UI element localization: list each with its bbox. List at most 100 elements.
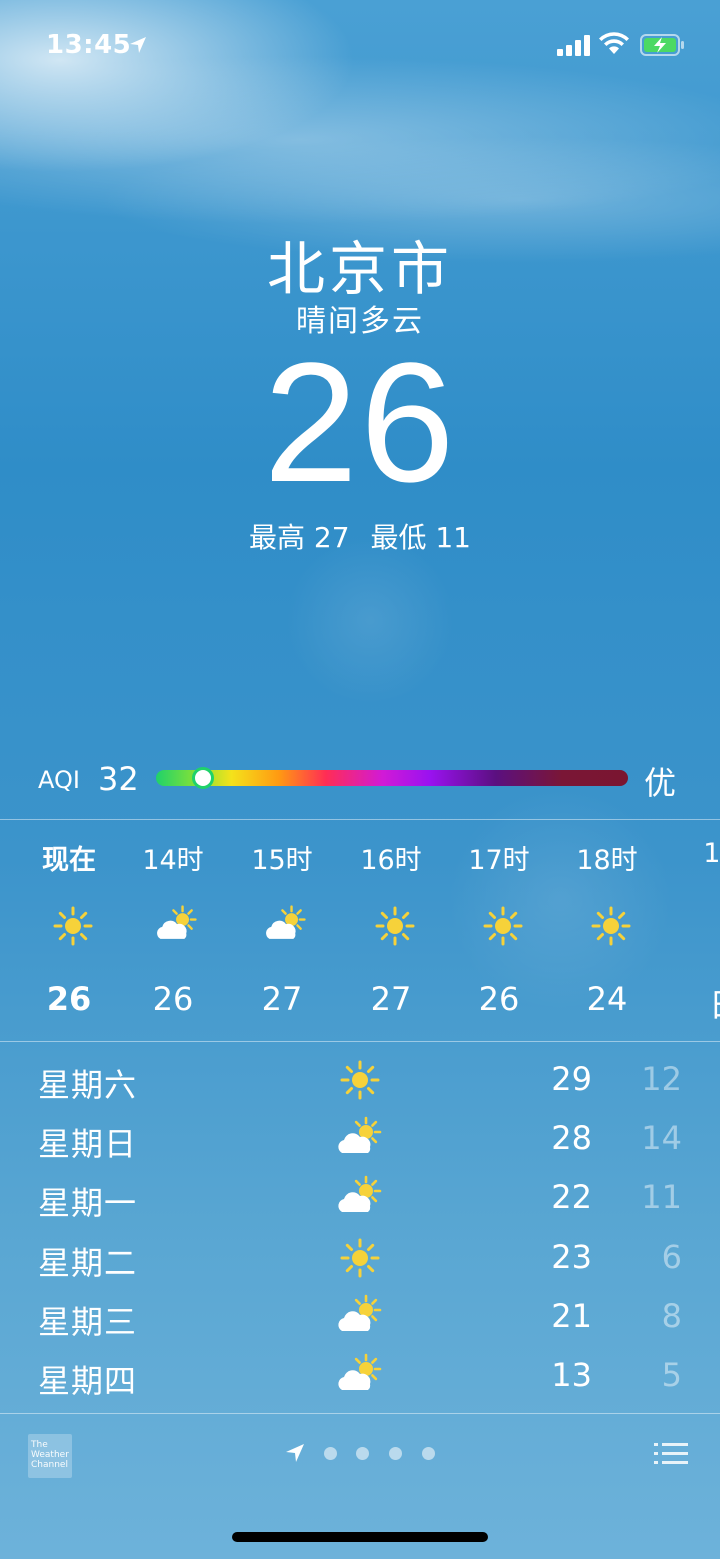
day-low: 8 xyxy=(661,1296,682,1335)
daily-row: 星期日 28 14 xyxy=(0,1109,720,1167)
divider xyxy=(0,1041,720,1042)
hour-label: 18时 xyxy=(576,845,638,876)
low-temperature: 最低 11 xyxy=(370,521,471,554)
hourly-forecast[interactable]: 现在2614时 2615时 2716时2717时2618时2418: 日 xyxy=(0,820,720,1040)
logo-text-line: The xyxy=(31,1440,48,1450)
location-arrow-icon xyxy=(286,1444,304,1462)
hour-label: 16时 xyxy=(360,845,422,876)
day-name: 星期六 xyxy=(38,1066,138,1104)
sunset-icon xyxy=(705,902,720,950)
partly-cloudy-icon xyxy=(338,1116,382,1154)
day-low: 11 xyxy=(641,1178,682,1217)
sun-icon xyxy=(340,1060,380,1100)
sun-icon xyxy=(483,906,523,946)
hourly-item: 18时 24 xyxy=(552,820,662,1040)
day-icon xyxy=(334,1234,386,1282)
day-low: 5 xyxy=(661,1356,682,1394)
daily-row: 星期二 23 6 xyxy=(0,1228,720,1286)
list-icon[interactable] xyxy=(654,1440,688,1468)
hour-icon xyxy=(262,902,310,950)
hourly-item: 14时 26 xyxy=(118,820,228,1040)
high-temperature: 最高 27 xyxy=(249,521,350,554)
page-dot[interactable] xyxy=(389,1447,402,1460)
hour-icon xyxy=(49,902,97,950)
hour-icon xyxy=(153,902,201,950)
weather-channel-logo[interactable]: The Weather Channel xyxy=(28,1434,72,1478)
day-icon xyxy=(334,1174,386,1222)
day-high: 22 xyxy=(551,1178,592,1217)
day-high: 13 xyxy=(551,1356,592,1394)
hour-temperature: 27 xyxy=(261,980,303,1018)
hour-label: 现在 xyxy=(42,845,96,876)
day-name: 星期四 xyxy=(38,1362,138,1400)
day-high: 28 xyxy=(551,1119,592,1158)
daily-row: 星期六 29 12 xyxy=(0,1050,720,1108)
location-arrow-icon xyxy=(130,37,146,53)
hour-temperature: 26 xyxy=(46,980,92,1018)
bottom-bar: The Weather Channel xyxy=(0,1414,720,1559)
status-bar: 13:45 xyxy=(0,0,720,90)
aqi-value: 32 xyxy=(98,760,139,798)
day-name: 星期三 xyxy=(38,1302,138,1341)
status-time: 13:45 xyxy=(46,30,132,60)
partly-cloudy-icon xyxy=(338,1294,382,1331)
day-icon xyxy=(334,1115,386,1163)
partly-cloudy-icon xyxy=(338,1353,382,1390)
hourly-item: 现在 26 xyxy=(14,820,124,1040)
partly-cloudy-icon xyxy=(266,905,306,939)
sun-icon xyxy=(375,906,415,946)
hour-temperature: 26 xyxy=(152,980,194,1018)
home-indicator[interactable] xyxy=(232,1532,488,1542)
day-high: 29 xyxy=(551,1060,592,1098)
hourly-item: 16时 27 xyxy=(336,820,446,1040)
day-icon xyxy=(334,1352,386,1400)
page-dot[interactable] xyxy=(324,1447,337,1460)
wifi-icon xyxy=(599,32,629,54)
aqi-label: AQI xyxy=(38,766,80,794)
hour-label: 14时 xyxy=(142,845,204,876)
hour-icon xyxy=(587,902,635,950)
sun-icon xyxy=(340,1238,380,1278)
city-name: 北京市 xyxy=(266,235,453,303)
hour-temperature: 日 xyxy=(670,980,720,1026)
logo-text-line: Weather xyxy=(31,1450,69,1460)
hourly-item: 18: 日 xyxy=(670,820,720,1040)
sun-icon xyxy=(591,906,631,946)
hour-label: 17时 xyxy=(468,845,530,876)
day-name: 星期一 xyxy=(38,1184,138,1223)
hourly-item: 15时 27 xyxy=(227,820,337,1040)
daily-row: 星期四 13 5 xyxy=(0,1346,720,1404)
day-high: 23 xyxy=(551,1237,592,1276)
hour-temperature: 27 xyxy=(370,980,412,1018)
partly-cloudy-icon xyxy=(338,1176,382,1213)
hour-temperature: 26 xyxy=(478,980,520,1018)
hourly-item: 17时 26 xyxy=(444,820,554,1040)
day-name: 星期日 xyxy=(38,1125,138,1164)
sun-icon xyxy=(53,906,93,946)
daily-row: 星期三 21 8 xyxy=(0,1287,720,1345)
hour-icon xyxy=(479,902,527,950)
day-name: 星期二 xyxy=(38,1243,138,1282)
cellular-signal-icon xyxy=(557,35,590,56)
page-indicator[interactable] xyxy=(284,1442,444,1464)
day-high: 21 xyxy=(551,1296,592,1335)
partly-cloudy-icon xyxy=(157,905,197,939)
hour-label: 18: xyxy=(703,838,720,869)
hour-label: 15时 xyxy=(251,845,313,876)
daily-row: 星期一 22 11 xyxy=(0,1168,720,1226)
aqi-scale-bar xyxy=(156,770,628,786)
day-low: 6 xyxy=(661,1237,682,1276)
high-low-temperature: 最高 27 最低 11 xyxy=(0,516,720,556)
day-low: 14 xyxy=(641,1119,682,1158)
day-low: 12 xyxy=(641,1060,682,1098)
page-dot[interactable] xyxy=(356,1447,369,1460)
logo-text-line: Channel xyxy=(31,1460,68,1470)
battery-charging-icon xyxy=(640,34,684,56)
hour-icon xyxy=(705,902,720,950)
day-icon xyxy=(334,1056,386,1104)
page-dot[interactable] xyxy=(422,1447,435,1460)
hour-temperature: 24 xyxy=(586,980,628,1018)
day-icon xyxy=(334,1293,386,1341)
hour-icon xyxy=(371,902,419,950)
current-temperature: 26 xyxy=(263,328,457,518)
